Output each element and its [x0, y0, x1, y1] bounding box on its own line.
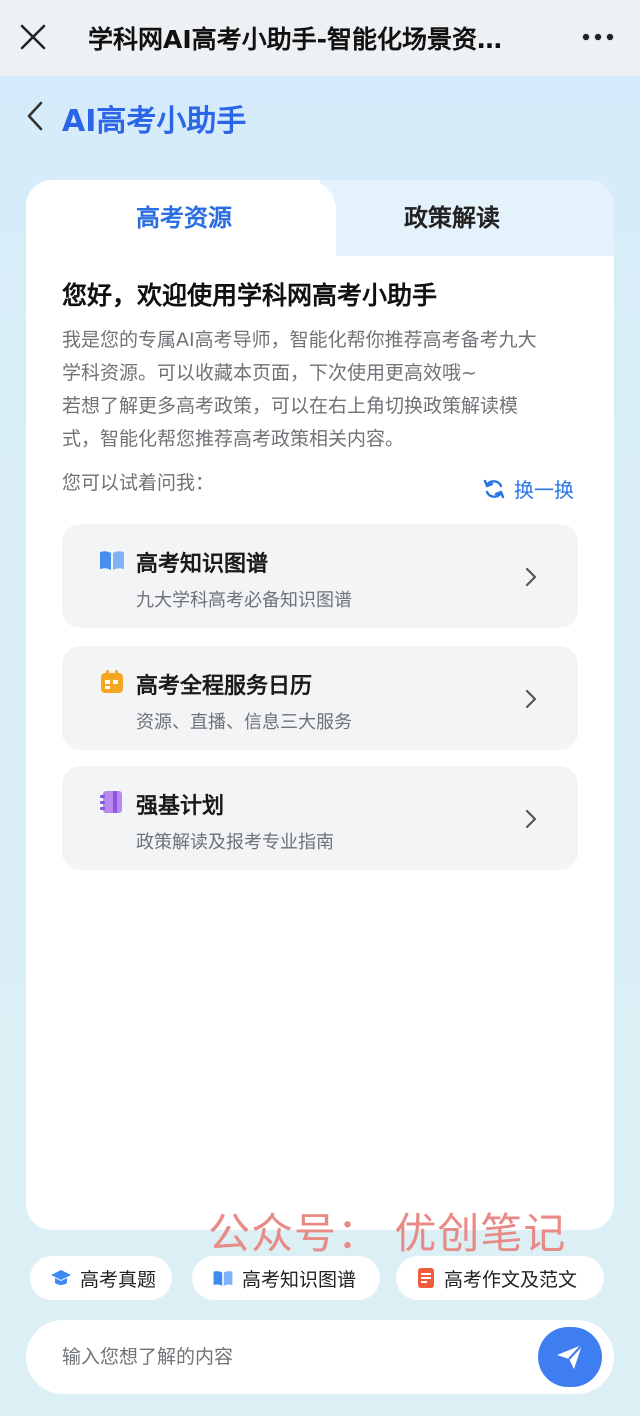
- intro-line: 式，智能化帮您推荐高考政策相关内容。: [62, 428, 405, 450]
- message-input-bar: [26, 1320, 614, 1394]
- watermark-text: 公众号： 优创笔记: [208, 1209, 567, 1258]
- intro-line: 我是您的专属AI高考导师，智能化帮你推荐高考备考九大: [62, 329, 537, 351]
- notebook-icon: [100, 791, 122, 813]
- refresh-button[interactable]: 换一换: [482, 474, 574, 503]
- send-icon: [557, 1344, 583, 1369]
- page-header: AI高考小助手: [0, 86, 640, 146]
- back-chevron-icon[interactable]: [24, 100, 46, 132]
- greeting-heading: 您好，欢迎使用学科网高考小助手: [62, 281, 438, 310]
- tab-gaokao-resources[interactable]: 高考资源: [136, 198, 232, 233]
- quick-chip-knowledge-graph[interactable]: 高考知识图谱: [192, 1256, 380, 1300]
- close-icon[interactable]: [18, 22, 48, 52]
- more-options-icon[interactable]: [578, 22, 618, 52]
- book-icon: [100, 551, 124, 570]
- chevron-right-icon: [525, 809, 537, 829]
- window-title-bar: 学科网AI高考小助手-智能化场景资…: [0, 0, 640, 76]
- suggestion-subtitle: 九大学科高考必备知识图谱: [136, 590, 352, 611]
- suggestion-subtitle: 资源、直播、信息三大服务: [136, 712, 352, 733]
- quick-chip-essays[interactable]: 高考作文及范文: [396, 1256, 604, 1300]
- refresh-label: 换一换: [514, 478, 574, 502]
- suggestion-service-calendar[interactable]: 高考全程服务日历 资源、直播、信息三大服务: [62, 646, 578, 750]
- refresh-icon: [483, 479, 505, 498]
- suggestion-subtitle: 政策解读及报考专业指南: [136, 832, 334, 853]
- tab-policy-interpretation[interactable]: 政策解读: [404, 198, 500, 233]
- suggestion-title: 强基计划: [136, 794, 225, 819]
- graduation-cap-icon: [51, 1270, 71, 1285]
- message-input[interactable]: [62, 1338, 522, 1376]
- chevron-right-icon: [525, 567, 537, 587]
- calendar-icon: [101, 670, 123, 693]
- intro-line: 若想了解更多高考政策，可以在右上角切换政策解读模: [62, 395, 519, 417]
- suggestion-title: 高考全程服务日历: [136, 674, 313, 699]
- intro-text: 我是您的专属AI高考导师，智能化帮你推荐高考备考九大 学科资源。可以收藏本页面，…: [62, 324, 582, 456]
- quick-chip-label: 高考知识图谱: [242, 1268, 357, 1291]
- send-button[interactable]: [538, 1327, 602, 1387]
- suggestion-strong-foundation-plan[interactable]: 强基计划 政策解读及报考专业指南: [62, 766, 578, 870]
- suggestion-title: 高考知识图谱: [136, 552, 269, 577]
- page-title: AI高考小助手: [62, 104, 247, 139]
- try-asking-label: 您可以试着问我：: [62, 472, 215, 494]
- intro-line: 学科资源。可以收藏本页面，下次使用更高效哦~: [62, 362, 477, 384]
- window-title: 学科网AI高考小助手-智能化场景资…: [88, 25, 503, 54]
- chevron-right-icon: [525, 689, 537, 709]
- document-icon: [418, 1268, 434, 1288]
- quick-chip-gaokao-exam-papers[interactable]: 高考真题: [30, 1256, 172, 1300]
- book-icon: [213, 1271, 233, 1286]
- tab-bar: 高考资源 政策解读: [26, 180, 614, 256]
- quick-chip-label: 高考真题: [80, 1268, 157, 1291]
- suggestion-knowledge-graph[interactable]: 高考知识图谱 九大学科高考必备知识图谱: [62, 524, 578, 628]
- quick-chip-label: 高考作文及范文: [444, 1268, 578, 1291]
